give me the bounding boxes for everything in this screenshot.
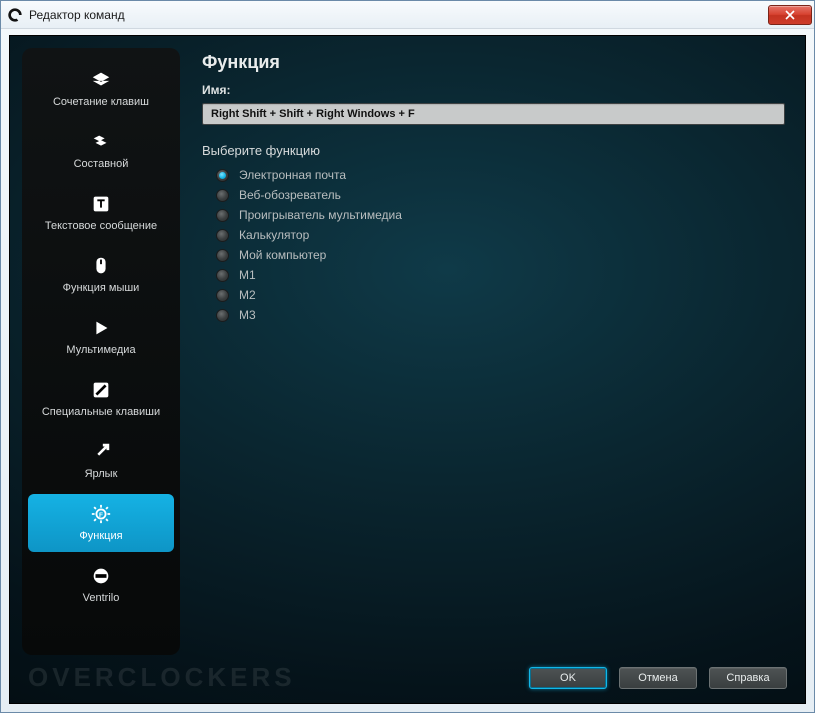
radio-option[interactable]: Проигрыватель мультимедиа <box>216 208 785 222</box>
radio-icon <box>216 189 229 202</box>
radio-icon <box>216 229 229 242</box>
sidebar-item-keystroke[interactable]: Сочетание клавиш <box>28 60 174 118</box>
radio-option[interactable]: Веб-обозреватель <box>216 188 785 202</box>
radio-label: M1 <box>239 268 256 282</box>
radio-icon <box>216 169 229 182</box>
sidebar-item-mousefn[interactable]: Функция мыши <box>28 246 174 304</box>
sidebar-item-label: Ventrilo <box>83 592 120 606</box>
app-window: Редактор команд Сочетание клавиш Составно… <box>0 0 815 713</box>
sidebar-item-label: Функция мыши <box>63 282 140 296</box>
ok-button[interactable]: OK <box>529 667 607 689</box>
inner-frame: Сочетание клавиш Составной Текстовое сообщ… <box>9 35 806 704</box>
hotkeys-icon <box>90 379 112 401</box>
name-input-value: Right Shift + Shift + Right Windows + F <box>211 108 415 120</box>
sidebar-item-label: Составной <box>74 158 129 172</box>
sidebar-item-shortcut[interactable]: Ярлык <box>28 432 174 490</box>
sidebar-item-media[interactable]: Мультимедиа <box>28 308 174 366</box>
ventrilo-icon <box>90 565 112 587</box>
sidebar-item-label: Ярлык <box>85 468 118 482</box>
sidebar-item-hotkeys[interactable]: Специальные клавиши <box>28 370 174 428</box>
radio-icon <box>216 289 229 302</box>
choose-function-label: Выберите функцию <box>202 143 785 158</box>
body-area: Сочетание клавиш Составной Текстовое сообщ… <box>10 36 805 661</box>
radio-label: Калькулятор <box>239 228 309 242</box>
sidebar: Сочетание клавиш Составной Текстовое сообщ… <box>22 48 180 655</box>
titlebar: Редактор команд <box>1 1 814 29</box>
sidebar-item-label: Мультимедиа <box>66 344 135 358</box>
media-icon <box>90 317 112 339</box>
radio-option[interactable]: Электронная почта <box>216 168 785 182</box>
help-button-label: Справка <box>726 672 769 684</box>
help-button[interactable]: Справка <box>709 667 787 689</box>
radio-label: M3 <box>239 308 256 322</box>
radio-label: Мой компьютер <box>239 248 326 262</box>
sidebar-item-ventrilo[interactable]: Ventrilo <box>28 556 174 614</box>
sidebar-item-label: Функция <box>79 530 122 544</box>
name-label: Имя: <box>202 83 785 97</box>
name-input[interactable]: Right Shift + Shift + Right Windows + F <box>202 103 785 125</box>
sidebar-item-multikey[interactable]: Составной <box>28 122 174 180</box>
panel-heading: Функция <box>202 52 785 73</box>
radio-option[interactable]: M3 <box>216 308 785 322</box>
radio-option[interactable]: M1 <box>216 268 785 282</box>
sidebar-item-label: Сочетание клавиш <box>53 96 149 110</box>
cancel-button-label: Отмена <box>638 672 677 684</box>
content-panel: Функция Имя: Right Shift + Shift + Right… <box>180 48 791 655</box>
radio-label: Электронная почта <box>239 168 346 182</box>
radio-label: Проигрыватель мультимедиа <box>239 208 402 222</box>
radio-option[interactable]: Мой компьютер <box>216 248 785 262</box>
window-title: Редактор команд <box>29 8 768 22</box>
radio-option[interactable]: Калькулятор <box>216 228 785 242</box>
textblock-icon <box>90 193 112 215</box>
dialog-footer: OK Отмена Справка <box>10 661 805 703</box>
sidebar-item-function[interactable]: F Функция <box>28 494 174 552</box>
function-radio-group: Электронная почта Веб-обозреватель Проигры… <box>202 168 785 322</box>
svg-text:F: F <box>99 511 103 518</box>
multikey-icon <box>90 131 112 153</box>
sidebar-item-label: Текстовое сообщение <box>45 220 157 234</box>
mousefn-icon <box>90 255 112 277</box>
cancel-button[interactable]: Отмена <box>619 667 697 689</box>
radio-icon <box>216 249 229 262</box>
radio-icon <box>216 269 229 282</box>
function-icon: F <box>90 503 112 525</box>
close-button[interactable] <box>768 5 812 25</box>
app-logo-icon <box>7 7 23 23</box>
shortcut-icon <box>90 441 112 463</box>
radio-label: Веб-обозреватель <box>239 188 341 202</box>
sidebar-item-label: Специальные клавиши <box>42 406 160 420</box>
radio-icon <box>216 309 229 322</box>
radio-option[interactable]: M2 <box>216 288 785 302</box>
radio-label: M2 <box>239 288 256 302</box>
radio-icon <box>216 209 229 222</box>
sidebar-item-textblock[interactable]: Текстовое сообщение <box>28 184 174 242</box>
keystroke-icon <box>90 69 112 91</box>
ok-button-label: OK <box>560 672 576 684</box>
